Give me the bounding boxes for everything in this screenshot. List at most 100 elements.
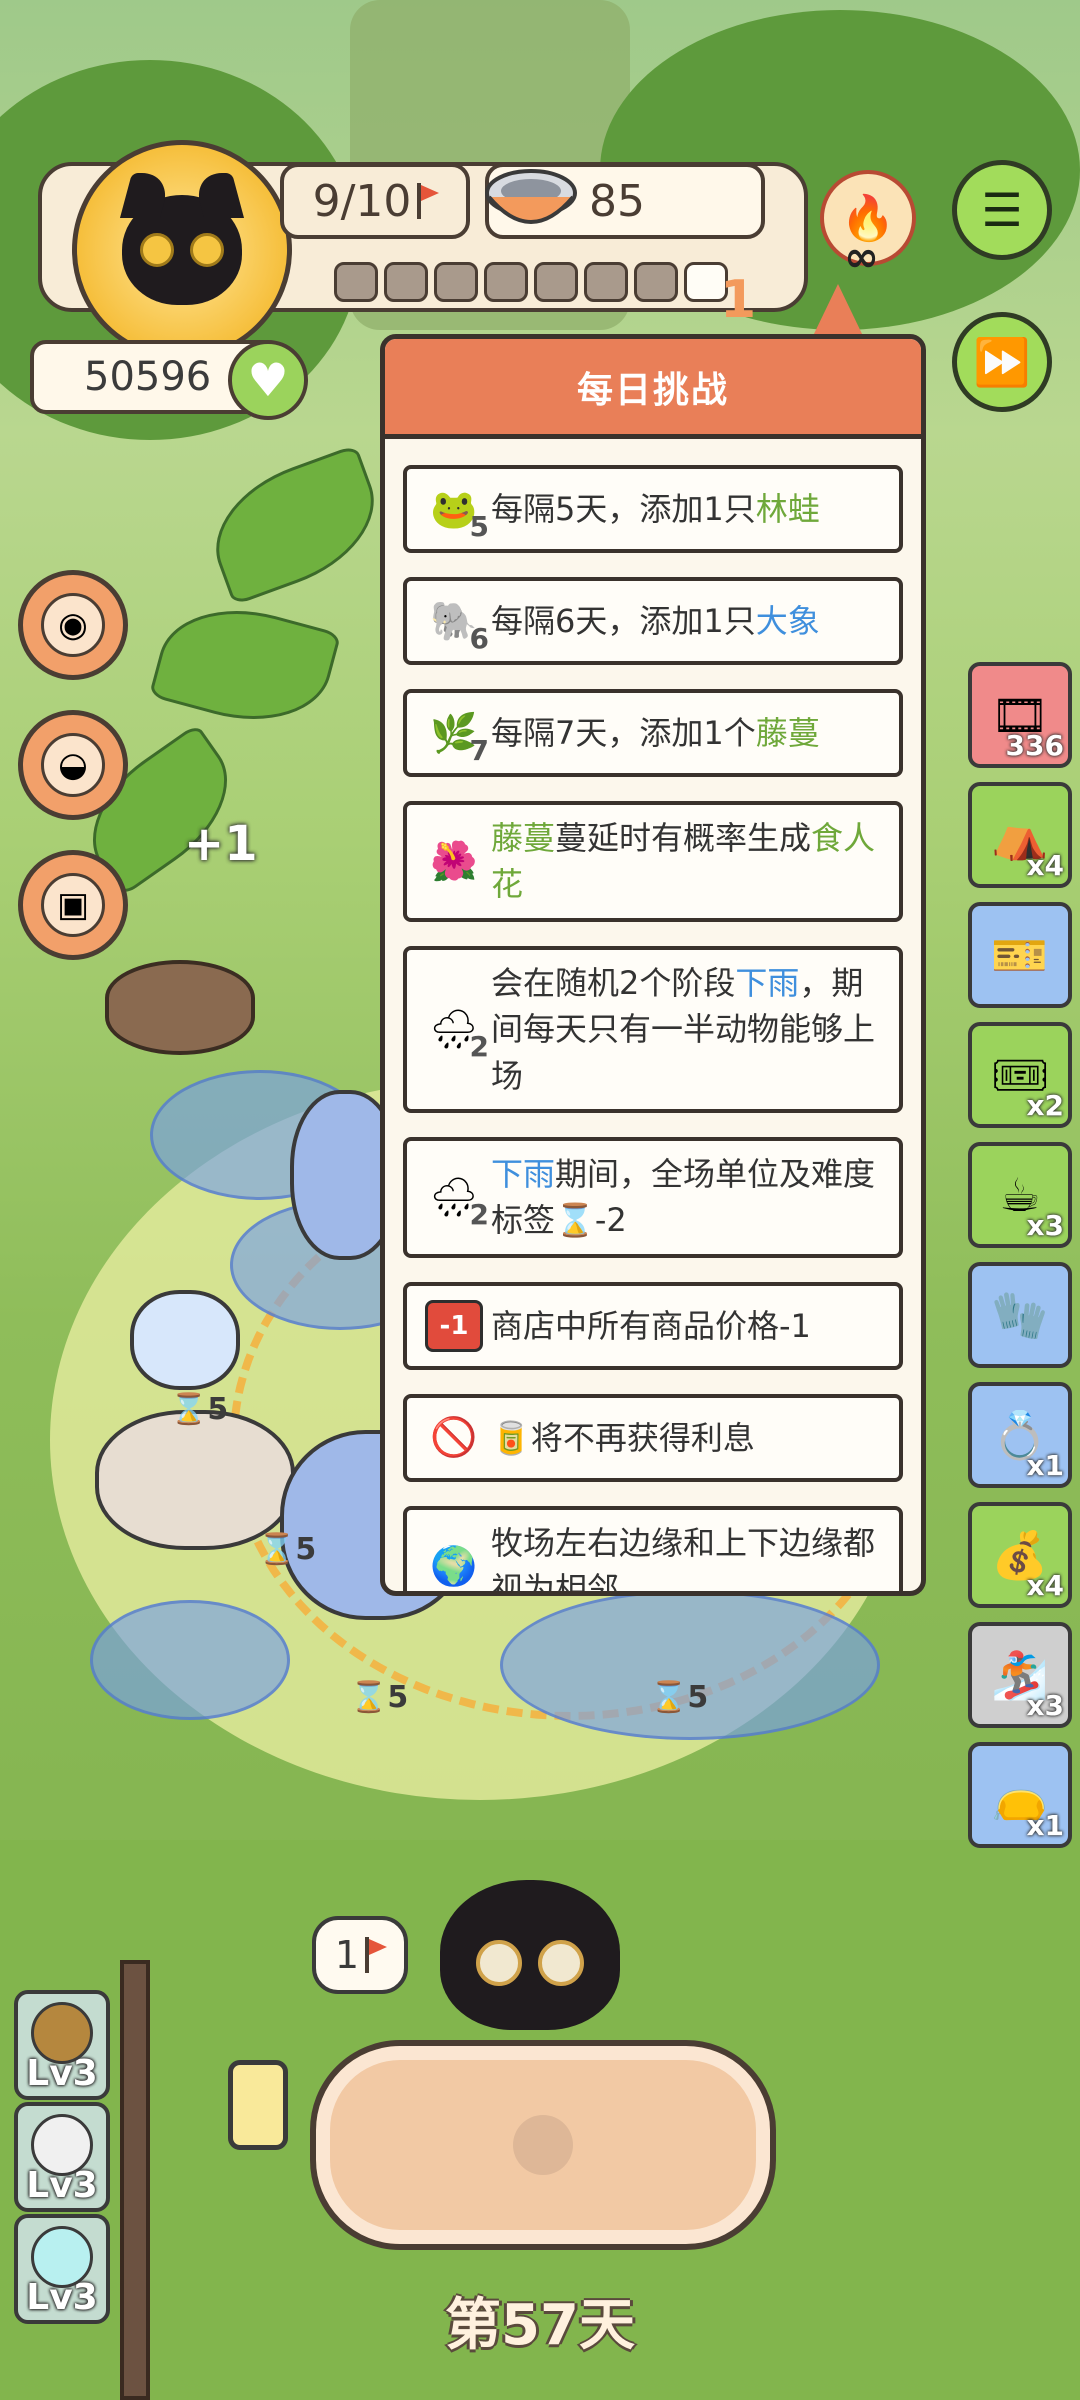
rule-text: 藤蔓蔓延时有概率生成食人花 [491,819,876,904]
inventory-item-film-reel[interactable]: 🎞 336 [968,662,1072,768]
rule-text: 下雨期间，全场单位及难度标签⌛-2 [491,1154,876,1240]
rules-list: 🐸 5 每隔5天，添加1只林蛙 🐘 6 每隔6天，添加1只大象 🌿 7 每隔7天，添加1个藤蔓 🌺… [385,439,921,1596]
popup-title: 每日挑战 [385,339,921,439]
day-counter: 第57天 [445,2293,635,2358]
flag-counter: 9/10 [280,163,470,239]
item-count: x3 [1026,1689,1064,1722]
level-card[interactable]: Lv3 [14,2102,110,2212]
progress-segment [634,262,678,302]
timer-tag: ⌛5 [258,1532,317,1567]
player-avatar[interactable] [72,140,292,360]
rule-text: 牧场左右边缘和上下边缘都视为相邻 [491,1523,876,1596]
inventory-item-snowboard[interactable]: 🏂 x3 [968,1622,1072,1728]
challenge-rule: -1 商店中所有商品价格-1 [403,1281,903,1370]
item-count: x2 [1026,1089,1064,1122]
cat-eye [538,1940,584,1986]
challenge-rule: 🌧 2 会在随机2个阶段下雨，期间每天只有一半动物能够上场 [403,945,903,1113]
tool-button-bowl[interactable]: ◒ [18,710,128,820]
rain-cloud-icon: 🌧 2 [429,1006,489,1064]
level-card[interactable]: Lv3 [14,2214,110,2324]
inventory-item-mittens[interactable]: 🧤 [968,1262,1072,1368]
rule-text: 每隔6天，添加1只大象 [491,601,820,640]
inventory-item-ring[interactable]: 💍 x1 [968,1382,1072,1488]
level-portrait-icon [31,2002,93,2064]
challenge-rule: 🐸 5 每隔5天，添加1只林蛙 [403,465,903,553]
tool-button-bag[interactable]: ▣ [18,850,128,960]
inventory-item-money-bag[interactable]: 💰 x4 [968,1502,1072,1608]
ticket-icon: 🎫 [991,927,1049,982]
flower-icon: 🌺 [430,838,478,883]
inventory-item-sack[interactable]: 👝 x1 [968,1742,1072,1848]
food-bowl-icon [485,169,577,224]
level-card[interactable]: Lv3 [14,1990,110,2100]
lantern-icon [228,2060,288,2150]
challenge-rule: 🌍 牧场左右边缘和上下边缘都视为相邻 [403,1505,903,1596]
daily-challenge-popup: 每日挑战 🐸 5 每隔5天，添加1只林蛙 🐘 6 每隔6天，添加1只大象 🌿 7 每隔7天，添加… [380,334,926,1596]
paw-icon [190,233,224,267]
flag-icon [365,1937,388,1973]
heart-button[interactable]: ♥ [228,340,308,420]
bag-icon: ▣ [41,873,105,937]
rule-text: 每隔7天，添加1个藤蔓 [491,713,820,752]
score-value: 50596 [84,354,212,400]
globe-icon: 🌍 [430,1543,478,1588]
flag-icon [417,183,440,219]
menu-icon: ☰ [981,183,1023,237]
horse-unit[interactable] [95,1410,295,1550]
pond-tile [90,1600,290,1720]
trap-icon: ◉ [41,593,105,657]
paw-icon [513,2115,573,2175]
food-counter: 85 [485,163,765,239]
rule-text: 商店中所有商品价格-1 [491,1306,811,1345]
inventory-item-coffee-cup[interactable]: ☕ x3 [968,1142,1072,1248]
menu-button[interactable]: ☰ [952,160,1052,260]
rule-text: 会在随机2个阶段下雨，期间每天只有一半动物能够上场 [491,963,876,1095]
rule-text: 🥫将不再获得利息 [491,1418,755,1457]
food-count: 85 [589,175,645,227]
item-count: x4 [1026,1569,1064,1602]
level-portrait-icon [31,2226,93,2288]
progress-badge: 1 [720,270,757,330]
challenge-rule: 🌺 藤蔓蔓延时有概率生成食人花 [403,801,903,922]
item-count: x4 [1026,849,1064,882]
plus-one-popup: +1 [184,816,258,872]
discount-badge-icon: -1 [417,1296,491,1356]
popup-pointer [812,284,864,338]
progress-segment [484,262,528,302]
flag-count: 9/10 [312,175,412,227]
flag-speech-bubble: 1 [312,1916,408,1994]
progress-segment [434,262,478,302]
vine-icon: 🌿 7 [430,710,489,768]
challenge-rule: 🚫 🥫将不再获得利息 [403,1393,903,1482]
palm-leaf [148,589,342,741]
timer-tag: ⌛5 [650,1680,709,1715]
cat-eye [476,1940,522,1986]
inventory-item-coupon[interactable]: 🎟 x2 [968,1022,1072,1128]
item-count: x1 [1026,1809,1064,1842]
progress-segment [584,262,628,302]
challenge-rule: 🌿 7 每隔7天，添加1个藤蔓 [403,689,903,777]
black-cat-mascot [440,1880,620,2030]
elephant-icon: 🐘 6 [430,598,489,656]
next-day-button[interactable] [310,2040,776,2250]
palm-leaf [196,444,394,606]
fast-forward-icon: ⏩ [973,334,1031,389]
cat-avatar-icon [122,195,242,305]
inventory-item-tent[interactable]: ⛺ x4 [968,782,1072,888]
bubble-flag-count: 1 [334,1933,360,1977]
paw-icon [140,233,174,267]
penguin-unit[interactable] [130,1290,240,1390]
timer-tag: ⌛5 [170,1392,229,1427]
level-portrait-icon [31,2114,93,2176]
pond-tile [500,1590,880,1740]
bowl-icon: ◒ [41,733,105,797]
challenge-rule: 🌧 2 下雨期间，全场单位及难度标签⌛-2 [403,1136,903,1258]
fast-forward-button[interactable]: ⏩ [952,312,1052,412]
tool-button-trap[interactable]: ◉ [18,570,128,680]
day-progress-bar [334,262,728,302]
mittens-icon: 🧤 [991,1287,1049,1342]
rain-cloud-icon: 🌧 2 [429,1174,489,1232]
heart-icon: ♥ [247,353,289,407]
progress-segment [534,262,578,302]
inventory-item-ticket[interactable]: 🎫 [968,902,1072,1008]
